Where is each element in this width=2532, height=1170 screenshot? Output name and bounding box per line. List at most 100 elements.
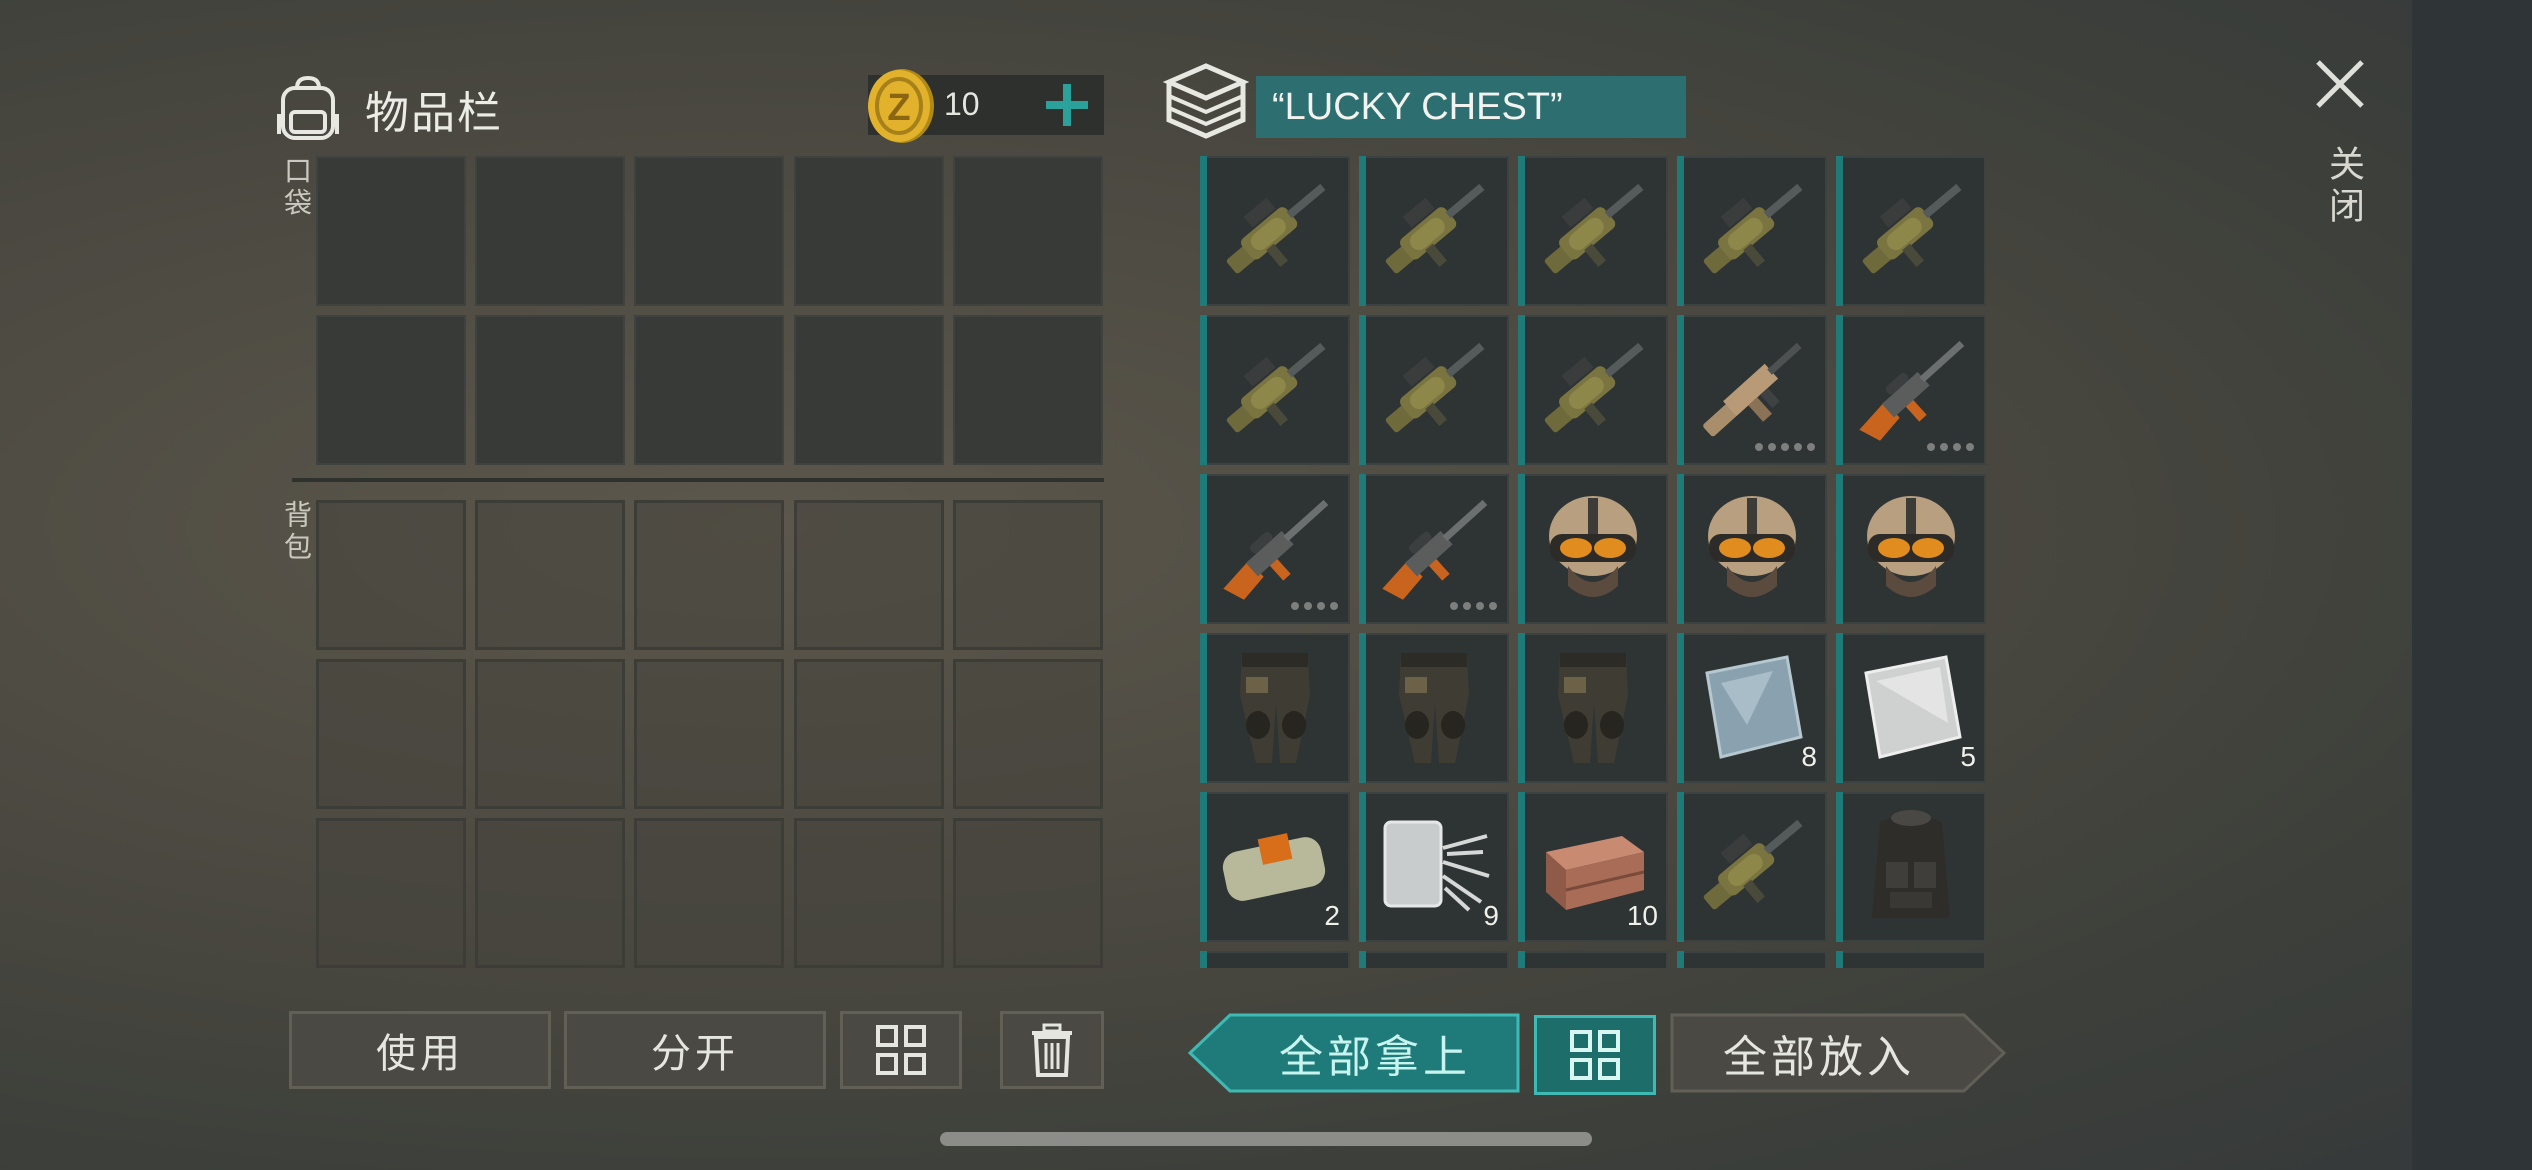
chest-slot[interactable] [1677,951,1827,968]
backpack-slot[interactable] [475,818,625,968]
use-button[interactable]: 使用 [289,1011,551,1089]
armored-pants-icon [1399,653,1469,763]
inventory-title: 物品栏 [365,89,503,138]
tactical-vest-icon [1872,810,1950,918]
backpack-slot[interactable] [953,659,1103,809]
section-divider [292,478,1104,482]
chest-slot[interactable] [1677,792,1827,942]
tactical-helmet-icon [1708,496,1796,597]
chest-slot[interactable] [1836,792,1986,942]
durability-dot [1927,443,1935,451]
chest-slot[interactable] [1359,633,1509,783]
chest-slot[interactable] [1836,951,1986,968]
chest-slot[interactable]: 8 [1677,633,1827,783]
sort-grid-icon [1570,1030,1620,1080]
pocket-slot[interactable] [316,315,466,465]
backpack-slot[interactable] [794,500,944,650]
pocket-slot[interactable] [475,315,625,465]
chest-grid: 8 5 2 9 10 [1200,156,1992,968]
chest-slot[interactable] [1518,951,1668,968]
chest-slot[interactable]: 2 [1200,792,1350,942]
chest-slot[interactable] [1836,315,1986,465]
close-label[interactable]: 关闭 [2318,145,2370,229]
take-all-button[interactable]: 全部拿上 [1230,1013,1520,1093]
backpack-slot[interactable] [953,500,1103,650]
chest-slot[interactable] [1518,474,1668,624]
put-all-button[interactable]: 全部放入 [1674,1013,1964,1093]
chest-slot[interactable]: 5 [1836,633,1986,783]
chest-slot[interactable] [1200,156,1350,306]
pocket-slot[interactable] [794,156,944,306]
pocket-slot[interactable] [953,156,1103,306]
close-icon[interactable] [2312,56,2368,112]
delete-button[interactable] [1000,1011,1104,1089]
chest-slot[interactable] [1200,951,1350,968]
pocket-slot[interactable] [316,156,466,306]
grenade-launcher-icon [1226,183,1326,274]
right-panel-strip [2412,0,2532,1170]
durability-dot [1755,443,1763,451]
backpack-slot[interactable] [475,500,625,650]
pocket-slot[interactable] [634,315,784,465]
durability-dot [1450,602,1458,610]
sort-inventory-button[interactable] [840,1011,962,1089]
grenade-launcher-icon [1226,342,1326,433]
backpack-slot[interactable] [316,818,466,968]
grenade-launcher-icon [1544,183,1644,274]
pocket-slot[interactable] [475,156,625,306]
pocket-slot[interactable] [794,315,944,465]
durability-dots [1291,602,1338,610]
backpack-slot[interactable] [634,500,784,650]
chest-slot[interactable] [1200,633,1350,783]
chest-slot[interactable] [1836,156,1986,306]
backpack-icon [277,75,339,140]
sort-chest-button[interactable] [1534,1015,1656,1095]
add-coins-icon[interactable] [1040,78,1094,132]
sniper-rifle-icon [1200,951,1350,968]
chest-slot[interactable] [1518,633,1668,783]
chest-slot[interactable] [1200,315,1350,465]
storage-box-icon [1163,63,1249,139]
tactical-helmet-icon [1549,496,1637,597]
chest-slot[interactable] [1359,156,1509,306]
backpack-slot[interactable] [794,659,944,809]
sniper-rifle-icon [1677,951,1827,968]
sort-grid-icon [876,1025,926,1075]
backpack-slot[interactable] [634,659,784,809]
durability-dot [1317,602,1325,610]
durability-dots [1927,443,1974,451]
durability-dot [1476,602,1484,610]
chest-slot[interactable] [1200,474,1350,624]
durability-dot [1781,443,1789,451]
item-quantity: 5 [1960,741,1976,772]
coin-count: 10 [944,86,980,122]
chest-slot[interactable] [1518,156,1668,306]
chest-slot[interactable] [1677,474,1827,624]
split-button[interactable]: 分开 [564,1011,826,1089]
chest-slot[interactable] [1836,474,1986,624]
armored-pants-icon [1359,951,1509,968]
chest-slot[interactable] [1518,315,1668,465]
chest-slot[interactable] [1359,951,1509,968]
chest-slot[interactable]: 9 [1359,792,1509,942]
durability-dot [1330,602,1338,610]
grenade-launcher-icon [1544,342,1644,433]
chest-slot[interactable] [1677,315,1827,465]
grenade-launcher-icon [1862,183,1962,274]
backpack-slot[interactable] [634,818,784,968]
durability-dot [1463,602,1471,610]
backpack-slot[interactable] [953,818,1103,968]
chest-slot[interactable] [1359,315,1509,465]
backpack-slot[interactable] [794,818,944,968]
chest-slot[interactable]: 10 [1518,792,1668,942]
chest-slot[interactable] [1359,474,1509,624]
pocket-slot[interactable] [634,156,784,306]
pocket-slot[interactable] [953,315,1103,465]
chest-slot[interactable] [1677,156,1827,306]
backpack-label: 背包 [281,500,312,564]
backpack-slot[interactable] [475,659,625,809]
backpack-slot[interactable] [316,659,466,809]
item-quantity: 9 [1483,900,1499,931]
backpack-slot[interactable] [316,500,466,650]
home-indicator[interactable] [940,1132,1592,1146]
